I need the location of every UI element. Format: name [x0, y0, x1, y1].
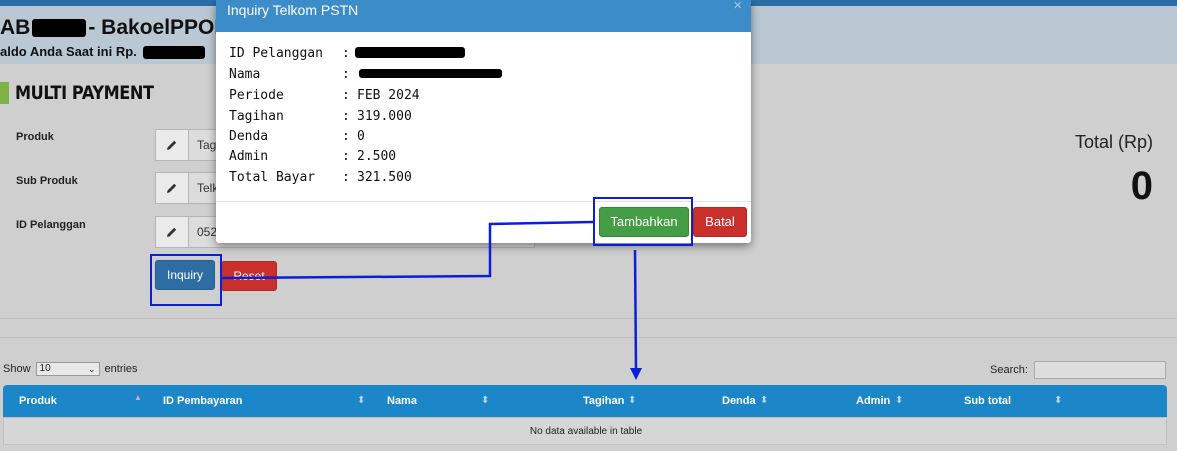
connector-line [221, 220, 594, 280]
down-arrow-line [633, 249, 638, 369]
annotation-arrows [221, 220, 642, 380]
arrow-down-icon [630, 368, 642, 380]
